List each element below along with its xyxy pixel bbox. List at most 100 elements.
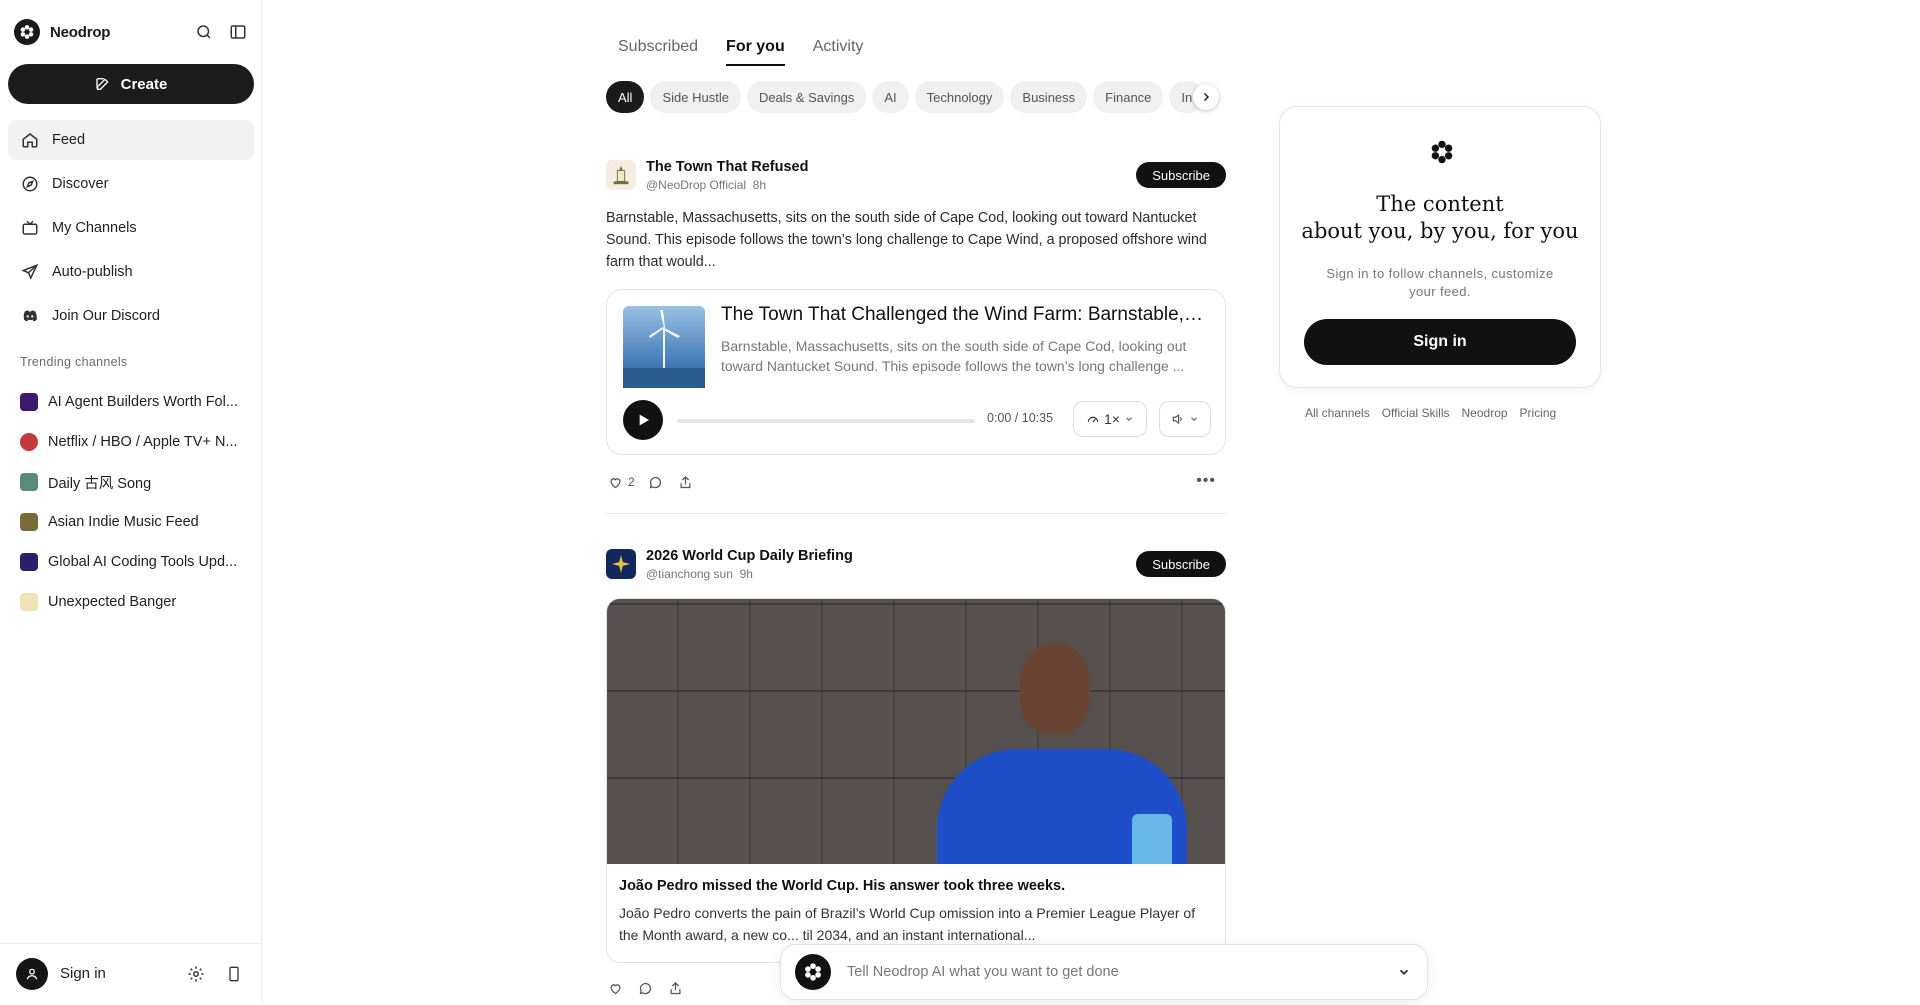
trending-item[interactable]: Daily 古风 Song bbox=[20, 462, 248, 502]
category-chips: All Side Hustle Deals & Savings AI Techn… bbox=[606, 81, 1224, 113]
trending-item[interactable]: Unexpected Banger bbox=[20, 582, 248, 622]
channel-avatar[interactable] bbox=[606, 160, 636, 190]
discord-icon bbox=[20, 306, 40, 326]
brand-name: Neodrop bbox=[50, 23, 111, 41]
post-text: Barnstable, Massachusetts, sits on the s… bbox=[606, 210, 1207, 270]
sidebar-item-discover[interactable]: Discover bbox=[8, 164, 254, 204]
feed-tabs: Subscribed For you Activity bbox=[618, 38, 863, 66]
sidebar-item-auto-publish[interactable]: Auto-publish bbox=[8, 252, 254, 292]
sidebar: Neodrop Create Feed Discover My Channels… bbox=[0, 0, 262, 1003]
chip-technology[interactable]: Technology bbox=[914, 81, 1005, 113]
mobile-device-icon[interactable] bbox=[223, 963, 245, 985]
tv-icon bbox=[20, 218, 40, 238]
channel-avatar[interactable] bbox=[606, 549, 636, 579]
promo-subtitle: Sign in to follow channels, customize yo… bbox=[1326, 266, 1554, 299]
promo-title: The content about you, by you, for you bbox=[1280, 191, 1600, 245]
neodrop-logo-icon bbox=[14, 19, 40, 45]
tab-subscribed[interactable]: Subscribed bbox=[618, 38, 698, 66]
trending-heading: Trending channels bbox=[20, 355, 128, 369]
post-age: 9h bbox=[739, 566, 753, 581]
footer-link-pricing[interactable]: Pricing bbox=[1520, 406, 1557, 420]
gauge-icon bbox=[1086, 412, 1100, 426]
chat-input-placeholder[interactable]: Tell Neodrop AI what you want to get don… bbox=[847, 964, 1119, 980]
neodrop-logo-icon bbox=[1429, 139, 1455, 165]
article-description: João Pedro converts the pain of Brazil’s… bbox=[619, 905, 1196, 943]
more-options-icon[interactable]: ••• bbox=[1196, 472, 1216, 490]
trending-item[interactable]: Global AI Coding Tools Upd... bbox=[20, 542, 248, 582]
sidebar-item-feed[interactable]: Feed bbox=[8, 120, 254, 160]
create-button[interactable]: Create bbox=[8, 64, 254, 104]
tab-activity[interactable]: Activity bbox=[813, 38, 864, 66]
playback-time: 0:00 / 10:35 bbox=[987, 411, 1054, 425]
share-icon[interactable] bbox=[677, 473, 695, 491]
article-card[interactable]: João Pedro missed the World Cup. His ans… bbox=[606, 598, 1226, 963]
chevron-right-icon[interactable] bbox=[1193, 84, 1219, 110]
trending-item-label: Daily 古风 Song bbox=[48, 475, 152, 492]
channel-handle: @tianchong sun bbox=[646, 566, 733, 581]
channel-thumbnail bbox=[20, 433, 38, 451]
sidebar-toggle-icon[interactable] bbox=[226, 20, 250, 44]
trending-item-label: Global AI Coding Tools Upd... bbox=[48, 554, 238, 570]
subscribe-button[interactable]: Subscribe bbox=[1136, 162, 1226, 188]
chip-side-hustle[interactable]: Side Hustle bbox=[650, 81, 741, 113]
speed-value: 1× bbox=[1104, 411, 1120, 427]
tab-for-you[interactable]: For you bbox=[726, 38, 785, 66]
comment-icon[interactable] bbox=[647, 473, 665, 491]
user-avatar-icon[interactable] bbox=[16, 957, 48, 990]
footer-link-all-channels[interactable]: All channels bbox=[1305, 406, 1370, 420]
footer-link-official-skills[interactable]: Official Skills bbox=[1382, 406, 1450, 420]
sidebar-item-label: Discover bbox=[52, 176, 109, 192]
edit-icon bbox=[95, 76, 111, 92]
share-icon[interactable] bbox=[666, 979, 684, 997]
progress-track[interactable] bbox=[677, 419, 975, 423]
play-button[interactable] bbox=[623, 400, 663, 440]
chip-business[interactable]: Business bbox=[1010, 81, 1088, 113]
heart-icon[interactable] bbox=[606, 979, 624, 997]
trending-item[interactable]: Netflix / HBO / Apple TV+ N... bbox=[20, 422, 248, 462]
heart-icon[interactable] bbox=[606, 473, 624, 491]
settings-gear-icon[interactable] bbox=[185, 963, 207, 985]
signin-button[interactable]: Sign in bbox=[1304, 319, 1576, 365]
search-icon[interactable] bbox=[192, 20, 216, 44]
volume-button[interactable] bbox=[1159, 401, 1211, 437]
trending-item[interactable]: Asian Indie Music Feed bbox=[20, 502, 248, 542]
chip-ai[interactable]: AI bbox=[872, 81, 909, 113]
subscribe-button[interactable]: Subscribe bbox=[1136, 551, 1226, 577]
compass-icon bbox=[20, 174, 40, 194]
chip-all[interactable]: All bbox=[606, 81, 645, 113]
article-photo bbox=[607, 599, 1225, 864]
chevron-down-icon[interactable] bbox=[1395, 963, 1413, 981]
sidebar-signin-link[interactable]: Sign in bbox=[60, 965, 106, 982]
trending-item-label: AI Agent Builders Worth Fol... bbox=[48, 394, 238, 410]
chevron-down-icon bbox=[1189, 414, 1199, 424]
audio-player-card[interactable]: The Town That Challenged the Wind Farm: … bbox=[606, 289, 1226, 455]
chip-finance[interactable]: Finance bbox=[1093, 81, 1164, 113]
brand[interactable]: Neodrop bbox=[14, 19, 110, 45]
sidebar-nav: Feed Discover My Channels Auto-publish J… bbox=[8, 120, 254, 340]
article-title: João Pedro missed the World Cup. His ans… bbox=[619, 878, 1066, 894]
sidebar-item-discord[interactable]: Join Our Discord bbox=[8, 296, 254, 336]
home-icon bbox=[20, 130, 40, 150]
episode-title[interactable]: The Town That Challenged the Wind Farm: … bbox=[721, 304, 1205, 326]
trending-list: AI Agent Builders Worth Fol... Netflix /… bbox=[20, 382, 248, 622]
channel-thumbnail bbox=[20, 393, 38, 411]
comment-icon[interactable] bbox=[636, 979, 654, 997]
post-actions: 2 ••• bbox=[606, 465, 1226, 499]
chip-deals[interactable]: Deals & Savings bbox=[746, 81, 867, 113]
sidebar-item-my-channels[interactable]: My Channels bbox=[8, 208, 254, 248]
speed-button[interactable]: 1× bbox=[1073, 401, 1147, 437]
footer-link-neodrop[interactable]: Neodrop bbox=[1462, 406, 1508, 420]
sidebar-item-label: Auto-publish bbox=[52, 264, 133, 280]
promo-title-line1: The content bbox=[1376, 192, 1504, 216]
trending-item-label: Asian Indie Music Feed bbox=[48, 514, 199, 530]
channel-thumbnail bbox=[20, 553, 38, 571]
channel-thumbnail bbox=[20, 513, 38, 531]
ai-chat-bar[interactable]: Tell Neodrop AI what you want to get don… bbox=[780, 944, 1428, 1000]
neodrop-logo-icon bbox=[795, 954, 831, 990]
channel-name[interactable]: 2026 World Cup Daily Briefing bbox=[646, 548, 853, 564]
trending-item[interactable]: AI Agent Builders Worth Fol... bbox=[20, 382, 248, 422]
sidebar-item-label: Feed bbox=[52, 132, 86, 148]
channel-name[interactable]: The Town That Refused bbox=[646, 159, 808, 175]
channel-thumbnail bbox=[20, 473, 38, 491]
episode-description: Barnstable, Massachusetts, sits on the s… bbox=[721, 338, 1187, 374]
